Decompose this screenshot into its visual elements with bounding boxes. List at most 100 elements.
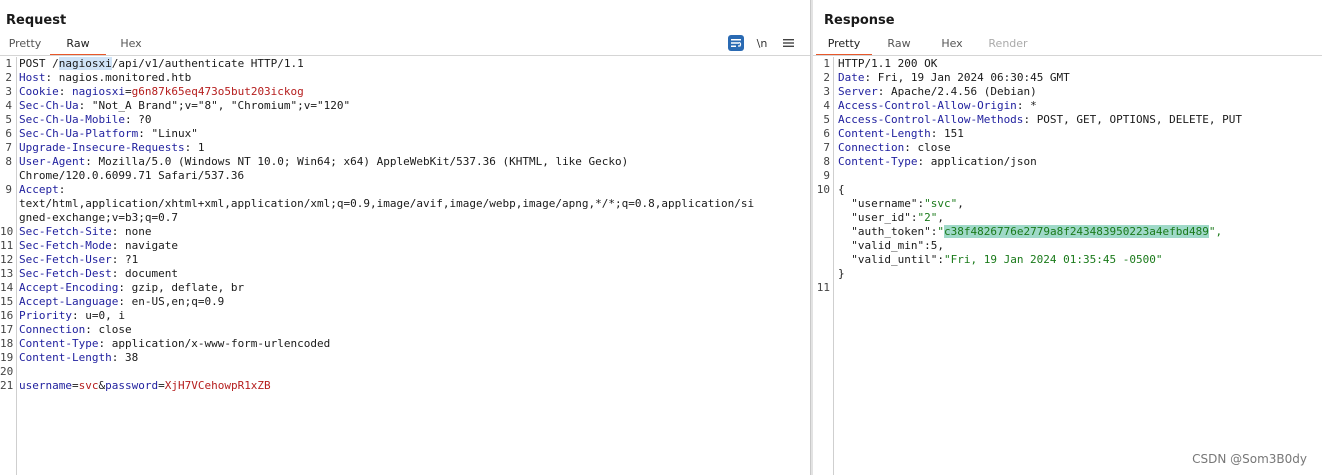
response-tab-raw[interactable]: Raw (872, 36, 926, 54)
header-value: 151 (943, 127, 964, 140)
line-content: Content-Length: 151 (838, 127, 964, 141)
json-colon: : (924, 239, 931, 252)
header-name: Sec-Fetch-Mode (19, 239, 112, 252)
line-number: 17 (0, 323, 14, 336)
line-number: 6 (823, 127, 830, 140)
code-line: } (813, 267, 1322, 281)
header-sep: : (917, 155, 931, 168)
auth-token-value: c38f4826776e2779a8f243483950223a4efbd489 (943, 225, 1209, 238)
param-equals: = (71, 379, 79, 392)
code-line: 1 HTTP/1.1 200 OK (813, 57, 1322, 71)
newline-toggle[interactable]: \n (754, 35, 770, 51)
code-line: 4 Access-Control-Allow-Origin: * (813, 99, 1322, 113)
header-value: POST, GET, OPTIONS, DELETE, PUT (1036, 113, 1242, 126)
cookie-equals: = (124, 85, 132, 98)
line-content: username=svc&password=XjH7VCehowpR1xZB (19, 379, 271, 393)
header-name: Connection (19, 323, 86, 336)
response-tab-pretty[interactable]: Pretty (816, 36, 872, 56)
line-content: HTTP/1.1 200 OK (838, 57, 937, 71)
header-value: close (917, 141, 951, 154)
header-name: Content-Length (19, 351, 112, 364)
request-title: Request (6, 13, 67, 28)
line-number: 3 (823, 85, 830, 98)
line-number: 6 (5, 127, 12, 140)
request-tab-raw[interactable]: Raw (50, 36, 106, 56)
code-line: 15 Accept-Language: en-US,en;q=0.9 (0, 295, 810, 309)
response-tabs: Pretty Raw Hex Render (816, 36, 1038, 56)
json-punct: , (957, 197, 964, 210)
code-line: "valid_min":5, (813, 239, 1322, 253)
header-name: Server (838, 85, 878, 98)
line-number: 8 (823, 155, 830, 168)
header-name: Cookie (19, 85, 59, 98)
code-line: 12 Sec-Fetch-User: ?1 (0, 253, 810, 267)
header-value: navigate (124, 239, 178, 252)
line-number: 3 (5, 85, 12, 98)
json-punct: , (937, 239, 944, 252)
line-content: text/html,application/xhtml+xml,applicat… (19, 197, 754, 211)
line-number: 8 (5, 155, 12, 168)
line-content: Chrome/120.0.6099.71 Safari/537.36 (19, 169, 244, 183)
header-name: Content-Length (838, 127, 931, 140)
code-line: 14 Accept-Encoding: gzip, deflate, br (0, 281, 810, 295)
cookie-name: nagiosxi (72, 85, 125, 98)
code-line: 17 Connection: close (0, 323, 810, 337)
code-line: 9 Accept: (0, 183, 810, 197)
code-line: 11 Sec-Fetch-Mode: navigate (0, 239, 810, 253)
param-value: svc (78, 379, 99, 392)
line-content: Sec-Fetch-User: ?1 (19, 253, 138, 267)
header-sep: : (58, 85, 72, 98)
hamburger-menu-icon[interactable] (780, 35, 796, 51)
response-editor[interactable]: 1 HTTP/1.1 200 OK 2 Date: Fri, 19 Jan 2024 … (813, 57, 1322, 475)
code-line: 3 Cookie: nagiosxi=g6n87k65eq473o5but203i… (0, 85, 810, 99)
header-sep: : (85, 323, 99, 336)
code-line: 6 Content-Length: 151 (813, 127, 1322, 141)
request-editor[interactable]: 1 POST /nagiosxi/api/v1/authenticate HTTP… (0, 57, 810, 475)
line-number: 9 (5, 183, 12, 196)
line-content: Sec-Ch-Ua-Platform: "Linux" (19, 127, 198, 141)
request-tab-pretty[interactable]: Pretty (0, 36, 50, 54)
selected-text: nagiosxi (58, 57, 112, 70)
line-number: 2 (5, 71, 12, 84)
code-line: 10 Sec-Fetch-Site: none (0, 225, 810, 239)
line-number: 14 (0, 281, 14, 294)
header-value: gzip, deflate, br (131, 281, 245, 294)
line-number: 2 (823, 71, 830, 84)
plain-text: Chrome/120.0.6099.71 Safari/537.36 (19, 169, 245, 182)
line-number: 5 (823, 113, 830, 126)
json-key: "valid_until" (851, 253, 938, 266)
response-title: Response (824, 13, 895, 28)
header-sep: : (877, 85, 891, 98)
line-content: Upgrade-Insecure-Requests: 1 (19, 141, 204, 155)
json-string: "Fri, 19 Jan 2024 01:35:45 -0500" (943, 253, 1163, 266)
header-value: en-US,en;q=0.9 (131, 295, 225, 308)
code-line: 20 (0, 365, 810, 379)
line-content: "username":"svc", (838, 197, 964, 211)
header-name: Sec-Ch-Ua-Platform (19, 127, 139, 140)
json-colon: : (937, 253, 944, 266)
header-name: Sec-Fetch-Dest (19, 267, 112, 280)
header-name: User-Agent (19, 155, 86, 168)
header-name: Sec-Ch-Ua-Mobile (19, 113, 125, 126)
code-line: 16 Priority: u=0, i (0, 309, 810, 323)
header-value: application/json (930, 155, 1037, 168)
line-content: Content-Type: application/json (838, 155, 1037, 169)
header-sep: : (138, 127, 152, 140)
text-wrap-icon[interactable] (728, 35, 744, 51)
header-sep: : (118, 295, 132, 308)
header-sep: : (118, 281, 132, 294)
header-value: "Linux" (151, 127, 198, 140)
header-value: ?0 (138, 113, 152, 126)
line-content: POST /nagiosxi/api/v1/authenticate HTTP/… (19, 57, 304, 71)
header-value: 38 (124, 351, 139, 364)
request-tab-hex[interactable]: Hex (106, 36, 156, 54)
line-number: 11 (816, 281, 830, 294)
param-name: password (105, 379, 159, 392)
response-tab-hex[interactable]: Hex (926, 36, 978, 54)
code-line: "username":"svc", (813, 197, 1322, 211)
request-toolbar: \n (728, 35, 796, 51)
line-content: Date: Fri, 19 Jan 2024 06:30:45 GMT (838, 71, 1070, 85)
response-tab-render[interactable]: Render (978, 36, 1038, 54)
line-content: Sec-Ch-Ua: "Not_A Brand";v="8", "Chromiu… (19, 99, 350, 113)
header-name: Sec-Fetch-User (19, 253, 112, 266)
